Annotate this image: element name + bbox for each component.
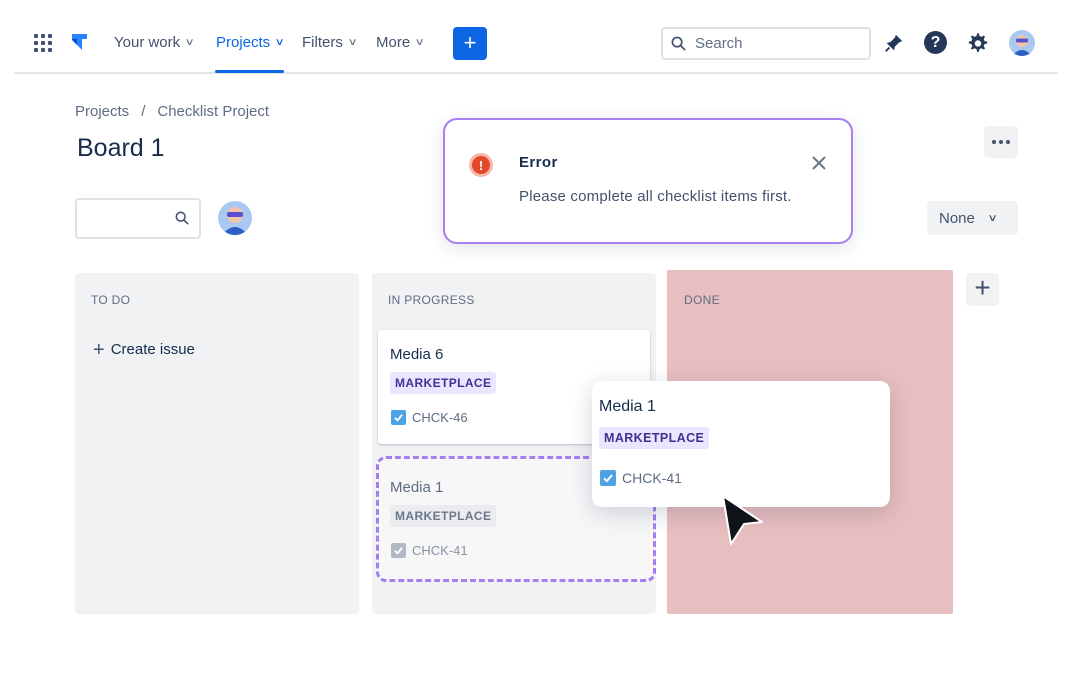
create-issue-label: Create issue — [110, 341, 195, 358]
board-search-input[interactable] — [75, 198, 201, 239]
breadcrumb-checklist-project[interactable]: Checklist Project — [157, 103, 269, 120]
card-key-label: CHCK-41 — [622, 470, 682, 486]
chevron-down-icon: ∨ — [414, 37, 425, 48]
card-key: CHCK-41 — [391, 543, 468, 558]
column-title: TO DO — [91, 293, 131, 307]
card-key: CHCK-41 — [600, 470, 682, 486]
breadcrumb-separator: / — [141, 103, 146, 120]
group-by-value: None — [939, 209, 975, 227]
card-key-label: CHCK-46 — [412, 410, 468, 425]
settings-icon[interactable] — [966, 31, 990, 55]
app-switcher-icon[interactable] — [34, 34, 52, 52]
search-icon — [671, 36, 686, 51]
column-title: IN PROGRESS — [388, 293, 475, 307]
plus-icon: + — [93, 338, 105, 361]
chevron-down-icon: ∨ — [184, 37, 195, 48]
error-flag: ! Error Please complete all checklist it… — [443, 118, 853, 244]
top-navigation: Your work ∨ Projects ∨ Filters ∨ More ∨ … — [14, 0, 1058, 74]
error-message: Please complete all checklist items firs… — [519, 188, 792, 205]
nav-your-work[interactable]: Your work ∨ — [114, 34, 195, 51]
breadcrumb: Projects / Checklist Project — [75, 103, 269, 120]
chevron-down-icon: ∨ — [987, 212, 998, 224]
card-label: MARKETPLACE — [390, 505, 497, 527]
add-column-button[interactable]: + — [966, 273, 999, 306]
help-icon[interactable]: ? — [924, 31, 947, 54]
card-label: MARKETPLACE — [599, 427, 710, 449]
cursor-icon — [718, 490, 766, 553]
card-title: Media 6 — [390, 346, 444, 363]
nav-more[interactable]: More ∨ — [376, 34, 425, 51]
search-icon — [175, 211, 189, 225]
nav-filters[interactable]: Filters ∨ — [302, 34, 358, 51]
card-key-label: CHCK-41 — [412, 543, 468, 558]
close-icon[interactable] — [810, 154, 828, 172]
card-title: Media 1 — [599, 398, 656, 415]
more-icon[interactable] — [984, 126, 1018, 158]
nav-projects[interactable]: Projects ∨ — [216, 34, 285, 51]
chevron-down-icon: ∨ — [347, 37, 358, 48]
notification-icon[interactable] — [882, 31, 906, 55]
chevron-down-icon: ∨ — [274, 37, 285, 48]
card-key: CHCK-46 — [391, 410, 468, 425]
nav-projects-label: Projects — [216, 34, 271, 51]
error-title: Error — [519, 154, 558, 171]
card-label: MARKETPLACE — [390, 372, 497, 394]
create-button[interactable]: + — [453, 27, 487, 60]
avatar[interactable] — [1009, 30, 1035, 56]
create-issue-button[interactable]: + Create issue — [93, 338, 195, 361]
card-title: Media 1 — [390, 479, 444, 496]
avatar[interactable] — [218, 201, 252, 235]
column-to-do: TO DO + Create issue — [75, 273, 359, 614]
active-nav-indicator — [215, 70, 284, 73]
search-placeholder: Search — [695, 35, 743, 52]
page-title: Board 1 — [77, 134, 165, 162]
error-icon: ! — [469, 153, 493, 177]
group-by-dropdown[interactable]: None ∨ — [927, 201, 1018, 235]
nav-filters-label: Filters — [302, 34, 343, 51]
checkbox-icon — [391, 543, 406, 558]
search-input[interactable]: Search — [661, 27, 871, 60]
jira-logo-icon[interactable] — [68, 31, 90, 58]
checkbox-icon — [391, 410, 406, 425]
checkbox-icon — [600, 470, 616, 486]
column-title: DONE — [684, 293, 720, 307]
dragged-issue-card[interactable]: Media 1 MARKETPLACE CHCK-41 — [592, 381, 890, 507]
breadcrumb-projects[interactable]: Projects — [75, 103, 129, 120]
nav-your-work-label: Your work — [114, 34, 181, 51]
nav-more-label: More — [376, 34, 411, 51]
